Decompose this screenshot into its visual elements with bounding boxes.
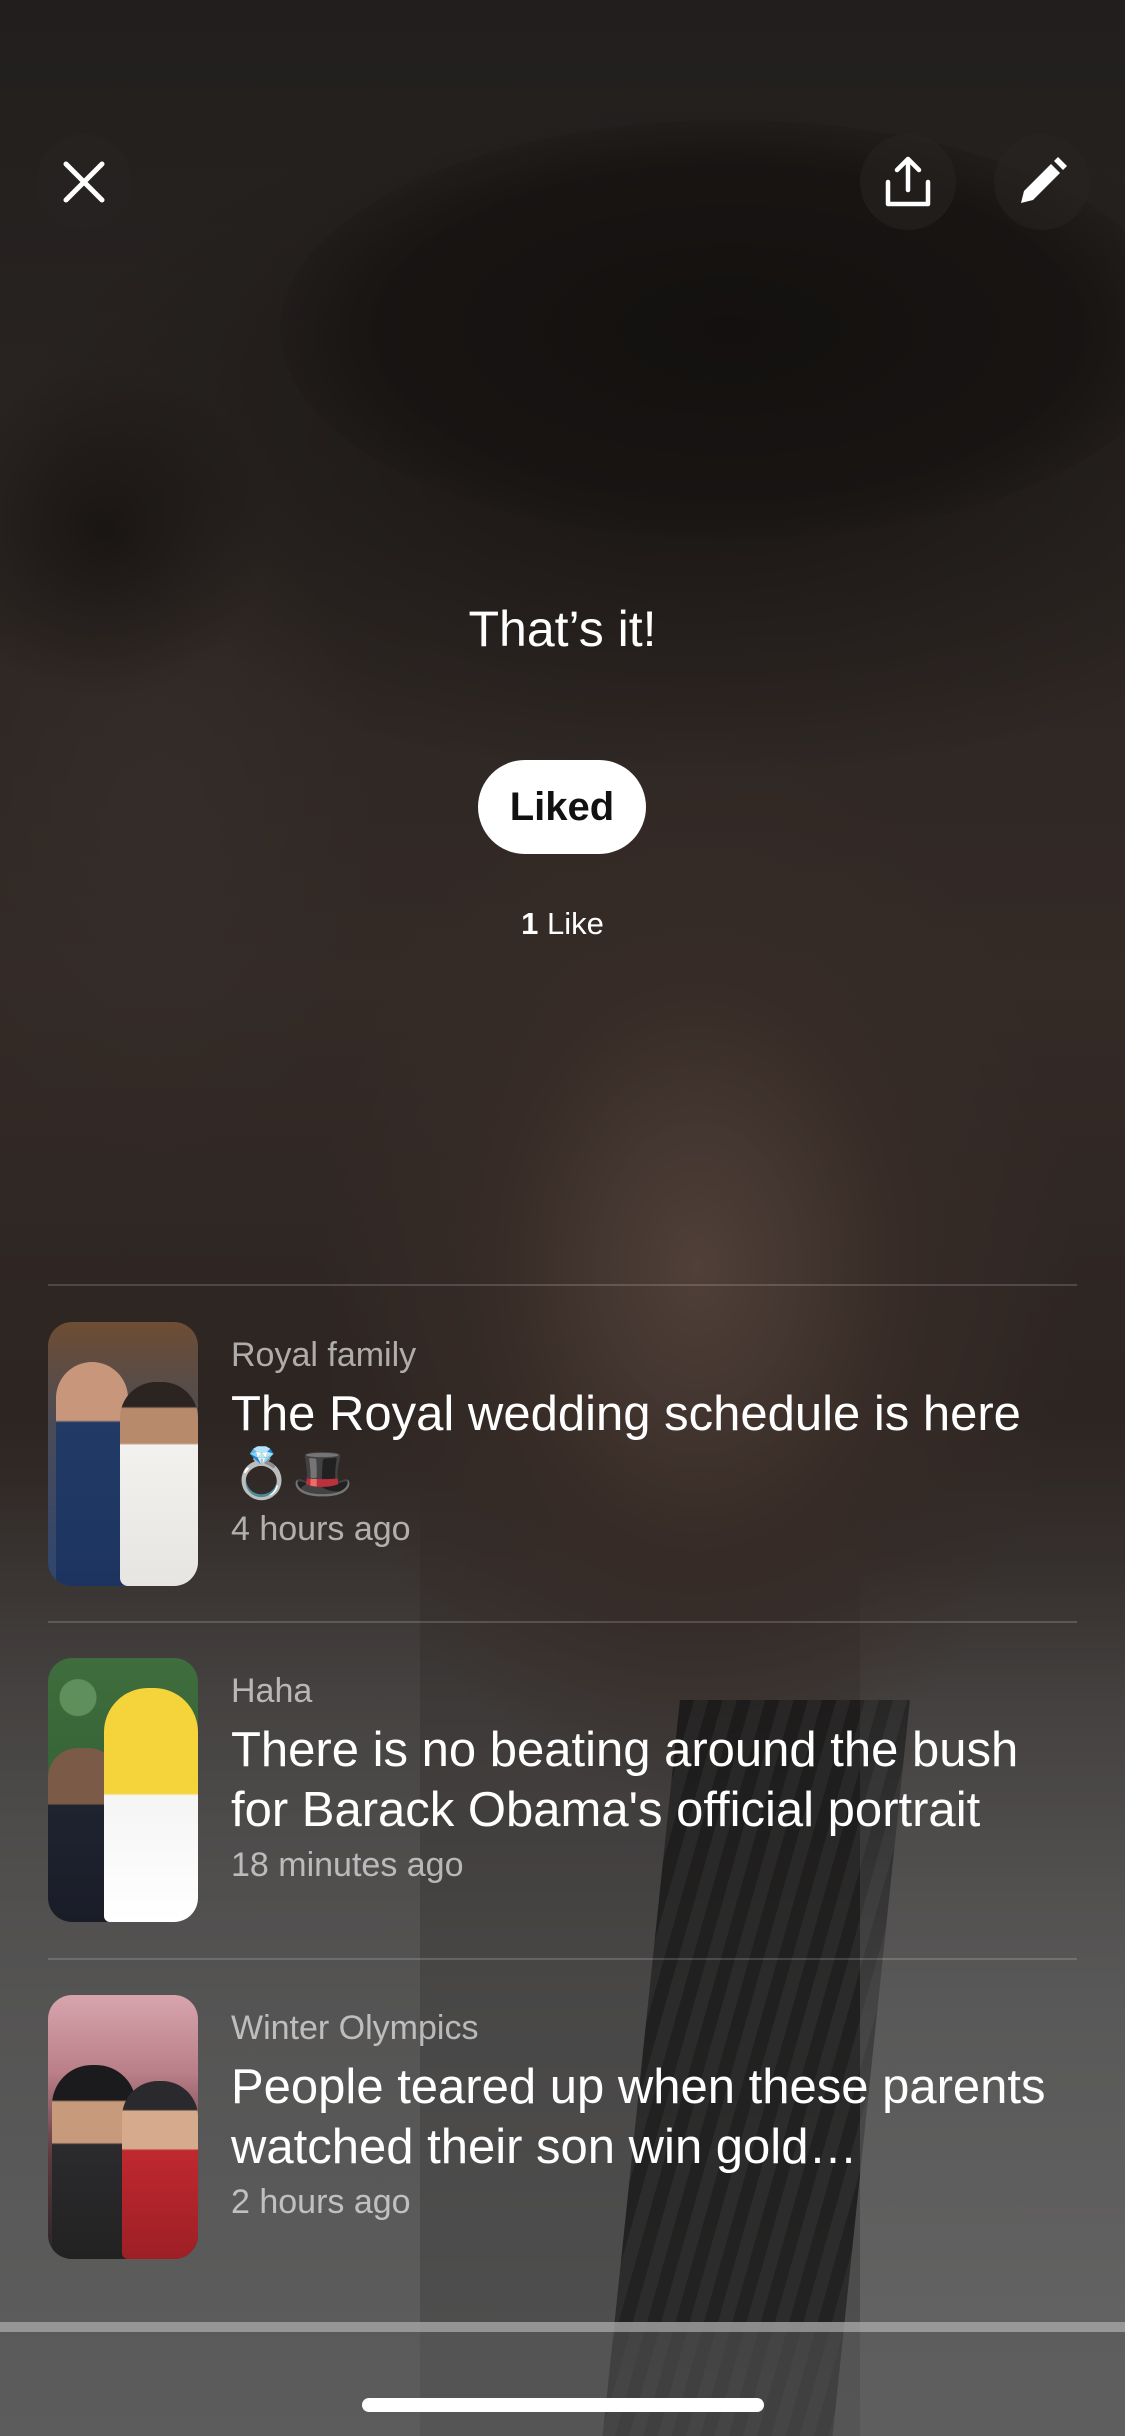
pencil-edit-icon (1021, 157, 1067, 203)
close-icon (63, 161, 105, 203)
close-button[interactable] (36, 134, 132, 230)
share-button[interactable] (860, 134, 956, 230)
story-title: There is no beating around the bush for … (231, 1723, 1019, 1837)
story-thumbnail (48, 1658, 198, 1922)
story-time: 2 hours ago (231, 2183, 411, 2221)
bottom-bar (0, 2322, 1125, 2436)
share-upload-icon (885, 156, 931, 207)
like-count-number: 1 (521, 906, 539, 941)
story-title: People teared up when these parents watc… (231, 2060, 1046, 2174)
story-category: Winter Olympics (231, 2009, 479, 2047)
story-title: The Royal wedding schedule is here 💍🎩 (231, 1387, 1021, 1501)
story-item-haha[interactable]: Haha There is no beating around the bush… (48, 1658, 1077, 1922)
edit-button[interactable] (994, 134, 1090, 230)
liked-button[interactable]: Liked (478, 760, 646, 854)
story-item-olympics[interactable]: Winter Olympics People teared up when th… (48, 1995, 1077, 2259)
home-indicator[interactable] (362, 2398, 764, 2412)
story-category: Royal family (231, 1336, 417, 1374)
story-thumbnail (48, 1322, 198, 1586)
like-count: 1 Like (0, 906, 1125, 942)
divider (48, 1284, 1077, 1286)
divider (48, 1621, 1077, 1623)
story-time: 18 minutes ago (231, 1846, 464, 1884)
story-thumbnail (48, 1995, 198, 2259)
story-time: 4 hours ago (231, 1510, 411, 1548)
end-title: That’s it! (468, 601, 657, 657)
divider (48, 1958, 1077, 1960)
story-item-royal[interactable]: Royal family The Royal wedding schedule … (48, 1322, 1077, 1586)
like-count-label: Like (547, 906, 604, 941)
story-category: Haha (231, 1672, 313, 1710)
